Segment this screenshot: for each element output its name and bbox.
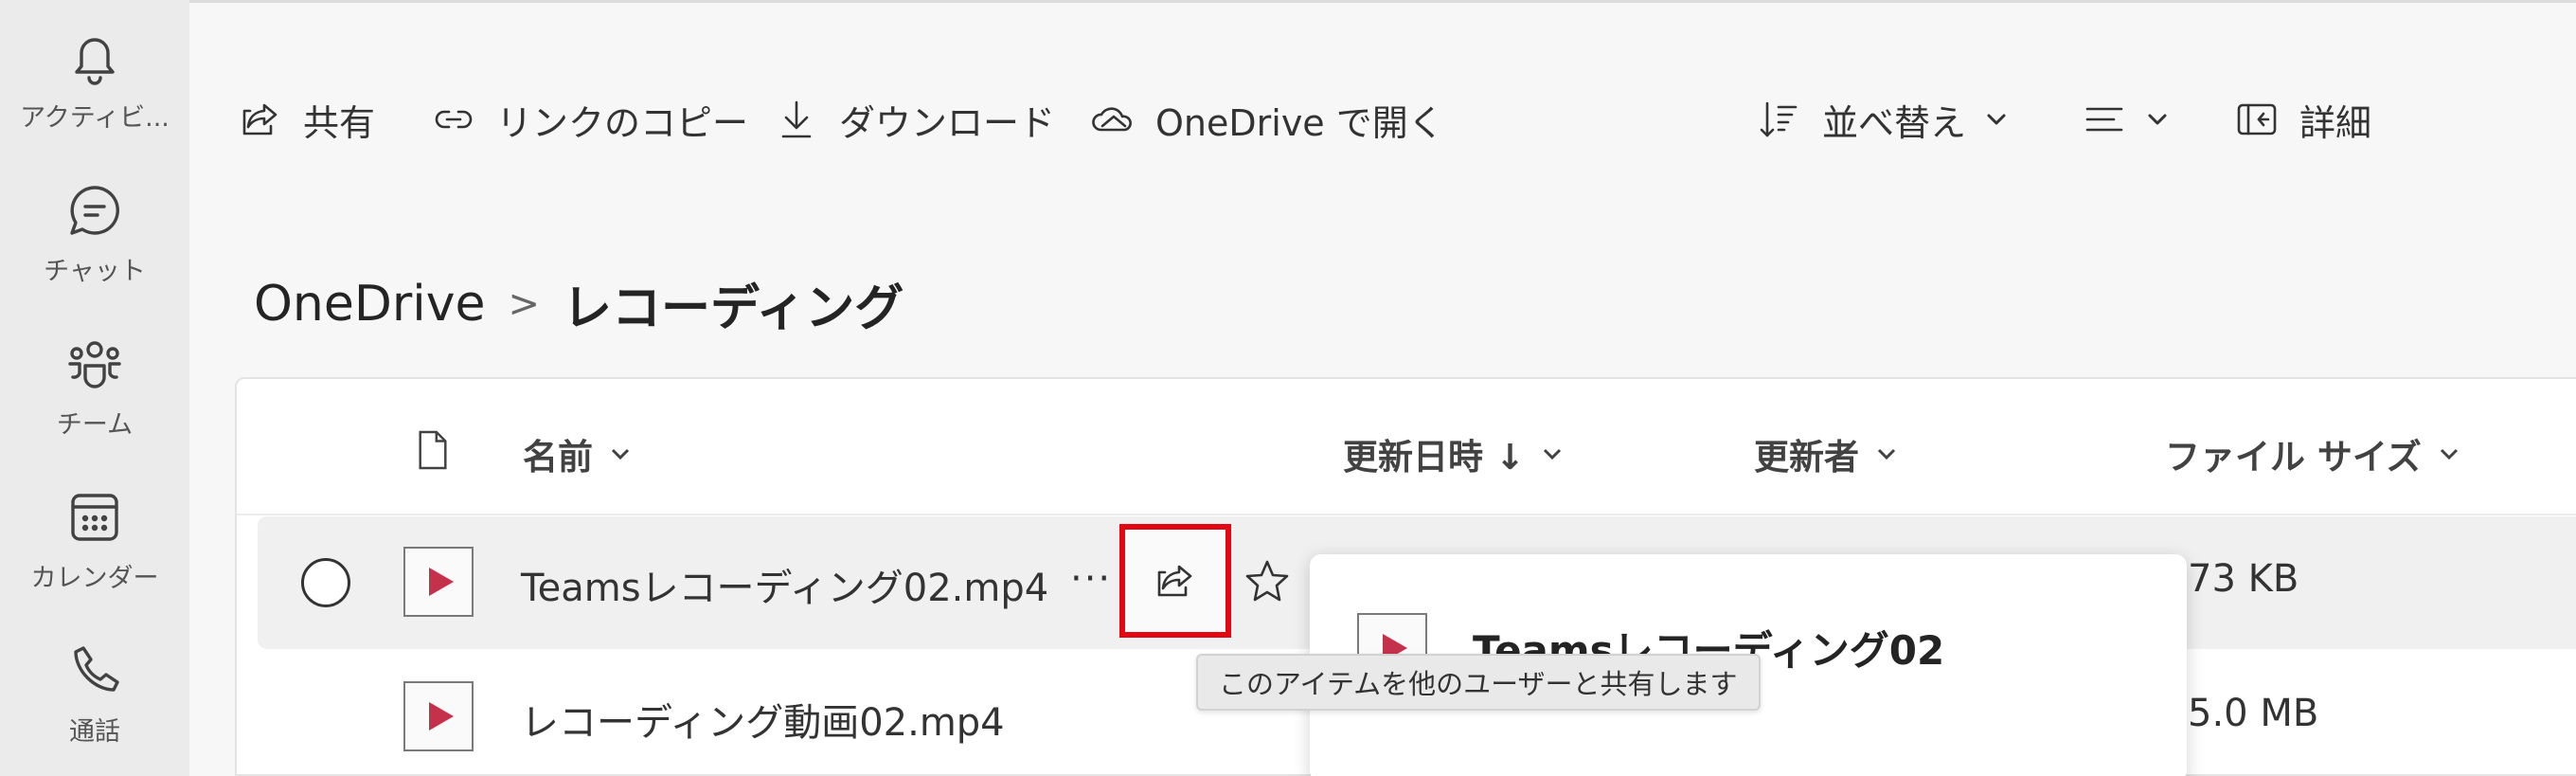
copy-link-label: リンクのコピー	[496, 101, 749, 144]
share-icon	[1157, 565, 1192, 597]
file-size: 73 KB	[2188, 557, 2299, 601]
view-options-button[interactable]	[2084, 93, 2171, 146]
column-name-label: 名前	[523, 437, 593, 478]
rail-item-label: チャット	[44, 257, 146, 286]
column-modified[interactable]: 更新日時 ↓	[1343, 428, 1565, 479]
column-modified-by[interactable]: 更新者	[1754, 428, 1899, 479]
open-onedrive-label: OneDrive で開く	[1155, 101, 1444, 144]
details-pane-icon	[2237, 103, 2277, 135]
more-options-button[interactable]: ···	[1070, 557, 1112, 601]
sort-button[interactable]: 並べ替え	[1758, 93, 2010, 146]
column-file-size-label: ファイル サイズ	[2165, 437, 2422, 478]
chevron-down-icon	[1987, 114, 2006, 125]
details-label: 詳細	[2299, 101, 2372, 144]
app-rail: アクティビ... チャット チーム カレンダー 通話	[0, 0, 189, 776]
calendar-icon	[71, 494, 118, 541]
chevron-down-icon	[1543, 448, 1561, 460]
rail-item-label: アクティビ...	[20, 103, 170, 133]
file-name[interactable]: レコーディング動画02.mp4	[521, 692, 1005, 747]
header-divider	[237, 514, 2576, 515]
rail-item-chat[interactable]: チャット	[0, 180, 189, 322]
rail-item-label: カレンダー	[30, 564, 159, 593]
column-modified-label: 更新日時 ↓	[1343, 437, 1525, 478]
chat-icon	[70, 186, 119, 235]
column-file-size[interactable]: ファイル サイズ	[2165, 428, 2461, 479]
teams-icon	[68, 341, 121, 388]
rail-item-label: 通話	[69, 717, 120, 747]
breadcrumb-separator: >	[508, 281, 541, 326]
copy-link-button[interactable]: リンクのコピー	[432, 93, 748, 146]
sort-label: 並べ替え	[1822, 101, 1967, 144]
chevron-down-icon	[611, 448, 630, 460]
rail-item-calendar[interactable]: カレンダー	[0, 487, 189, 629]
rail-item-calls[interactable]: 通話	[0, 641, 189, 776]
chevron-down-icon	[1877, 448, 1896, 460]
chevron-down-icon	[2148, 114, 2167, 125]
star-icon	[1245, 560, 1289, 602]
chevron-down-icon	[2440, 448, 2458, 460]
share-button[interactable]: 共有	[239, 93, 375, 146]
download-button[interactable]: ダウンロード	[775, 93, 1055, 146]
share-icon	[242, 103, 277, 135]
breadcrumb-root[interactable]: OneDrive	[254, 276, 486, 333]
row-select-radio[interactable]	[301, 558, 350, 607]
file-name[interactable]: Teamsレコーディング02.mp4	[521, 557, 1048, 612]
column-modified-by-label: 更新者	[1754, 437, 1859, 478]
favorite-star-button[interactable]	[1243, 557, 1292, 606]
video-file-icon	[403, 547, 474, 617]
rail-item-activity[interactable]: アクティビ...	[0, 27, 189, 169]
cloud-icon	[1092, 107, 1132, 132]
download-label: ダウンロード	[839, 101, 1056, 144]
download-icon	[781, 100, 812, 138]
rail-item-teams[interactable]: チーム	[0, 334, 189, 476]
row-share-button[interactable]	[1119, 524, 1231, 638]
link-icon	[435, 110, 473, 129]
details-button[interactable]: 詳細	[2235, 93, 2371, 146]
view-list-icon	[2085, 107, 2123, 132]
file-type-icon	[419, 430, 447, 470]
bell-icon	[75, 38, 115, 85]
share-label: 共有	[303, 101, 376, 144]
column-file-type[interactable]	[415, 428, 451, 472]
column-name[interactable]: 名前	[523, 428, 633, 479]
file-size: 5.0 MB	[2188, 692, 2319, 735]
open-in-onedrive-button[interactable]: OneDrive で開く	[1091, 93, 1444, 146]
sort-icon	[1760, 101, 1798, 137]
breadcrumb: OneDrive > レコーディング	[254, 268, 903, 339]
rail-item-label: チーム	[56, 410, 134, 440]
phone-icon	[74, 646, 119, 692]
breadcrumb-current: レコーディング	[563, 280, 904, 337]
share-tooltip: このアイテムを他のユーザーと共有します	[1196, 654, 1761, 711]
video-file-icon	[403, 681, 474, 751]
